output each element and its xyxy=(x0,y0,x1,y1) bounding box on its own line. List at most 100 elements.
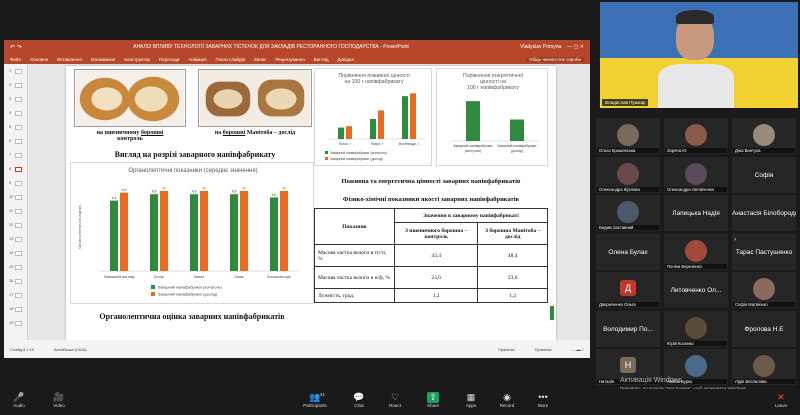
slide-thumb[interactable]: 13 xyxy=(9,236,23,244)
slide-thumb[interactable]: 15 xyxy=(9,264,23,272)
participant-tile[interactable]: Олена Булах xyxy=(596,233,660,270)
ribbon-tab-8[interactable]: Запис xyxy=(254,57,266,62)
legend-swatch xyxy=(151,292,155,296)
ribbon-tab-3[interactable]: Малювання xyxy=(91,57,116,62)
participant-tile[interactable]: Вадим Заставний xyxy=(596,195,660,231)
zoom-slider-icon[interactable]: — ▬ + xyxy=(571,347,584,352)
participant-gallery: Ольга Крашевська Зоряна Ю Діна Вантуха Олек… xyxy=(596,118,800,388)
ppt-user[interactable]: Vladyslav Pomyna xyxy=(520,44,561,50)
apps-button[interactable]: ▦ Apps xyxy=(458,392,484,414)
participant-face xyxy=(685,316,707,339)
participant-name: Діна Вантуха xyxy=(733,148,795,153)
slide-accent-bar xyxy=(550,306,554,320)
slide-thumb-preview xyxy=(15,167,22,172)
share-button[interactable]: ⇧ Share xyxy=(420,392,446,414)
participant-tile[interactable]: Зоряна Ю xyxy=(664,118,728,154)
participant-tile[interactable]: Литовченко Ол... xyxy=(664,272,728,308)
ribbon-tab-5[interactable]: Переходи xyxy=(159,57,179,62)
participants-label: Participants xyxy=(303,403,327,408)
autosave-icon[interactable]: ↶ ↷ xyxy=(10,44,22,51)
gallery-prev-icon[interactable]: ‹ xyxy=(588,196,596,236)
slide-thumb-preview xyxy=(15,139,22,144)
slide-thumb[interactable]: 9 xyxy=(9,180,23,188)
bar-value-label: 5 xyxy=(243,187,245,191)
slide-thumb[interactable]: 6 xyxy=(9,138,23,146)
participants-button[interactable]: 👥 Participants 21 xyxy=(302,392,328,414)
participant-tile[interactable]: Софія Матвієнко xyxy=(732,272,796,308)
participant-tile[interactable]: Д Дворніченко Ольга xyxy=(596,272,660,308)
participant-face xyxy=(617,124,639,146)
bar-control xyxy=(338,127,344,139)
video-button[interactable]: 🎥 Video xyxy=(46,392,72,414)
more-button[interactable]: ••• More xyxy=(530,392,556,414)
bar-test xyxy=(346,126,352,139)
status-comments[interactable]: Примітки xyxy=(535,347,552,352)
participant-tile[interactable]: Діна Вантуха xyxy=(732,118,796,154)
react-button[interactable]: ♡ React xyxy=(382,392,408,414)
ribbon-right-button[interactable]: Обіць ченнестіле спроби xyxy=(525,56,584,62)
audio-button[interactable]: 🎤 Audio xyxy=(6,392,32,414)
slide-thumb[interactable]: 17 xyxy=(9,292,23,300)
slide-thumb[interactable]: 5 xyxy=(9,124,23,132)
participant-tile[interactable]: Поліна Березенко xyxy=(664,233,728,270)
participant-tile[interactable]: Олександра Кірілова xyxy=(596,156,660,193)
slide-thumb[interactable]: 2 xyxy=(9,82,23,90)
legend-label: Заварний напівфабрикат (контроль) xyxy=(158,286,223,290)
slide-thumb[interactable]: 14 xyxy=(9,250,23,258)
bar-value-label: 4,8 xyxy=(152,190,157,194)
ppt-window-title: АНАЛІЗ ВПЛИВУ ТЕХНОЛОГІЇ ЗАВАРНИХ ТІСТЕЧ… xyxy=(133,44,409,50)
slide-thumb[interactable]: 8 xyxy=(9,166,23,174)
slide-thumb[interactable]: 1 xyxy=(9,68,23,76)
ribbon-tab-1[interactable]: Основне xyxy=(30,57,48,62)
participant-avatar: Д xyxy=(620,280,636,296)
slide: на пшеничному борошні контроль на борошн… xyxy=(66,66,556,340)
more-label: More xyxy=(537,403,549,408)
participant-tile[interactable]: Олександра Литовченко xyxy=(664,156,728,193)
participant-tile[interactable]: Ольга Крашевська xyxy=(596,118,660,154)
ribbon-tab-11[interactable]: Довідка xyxy=(338,57,354,62)
slide-thumb[interactable]: 19 xyxy=(9,320,23,328)
gallery-next-icon[interactable]: › xyxy=(734,236,742,246)
participant-tile[interactable]: Анастасія Білобородова xyxy=(732,195,796,231)
participant-name: Анастасія Білобородова xyxy=(732,210,796,217)
slide-thumb[interactable]: 3 xyxy=(9,96,23,104)
slide-thumb[interactable]: 4 xyxy=(9,110,23,118)
participant-name: Лапицька Надія xyxy=(672,210,720,217)
record-button[interactable]: ◉ Record xyxy=(494,392,520,414)
chat-icon: 💬 xyxy=(353,392,365,402)
zoom-meeting-window: { "ppt": { "window_title": "АНАЛІЗ ВПЛИВ… xyxy=(0,0,800,415)
ribbon-tab-9[interactable]: Рецензування xyxy=(275,57,304,62)
slide-thumb[interactable]: 12 xyxy=(9,222,23,230)
ribbon-tab-2[interactable]: Вставлення xyxy=(57,57,82,62)
slide-thumb[interactable]: 11 xyxy=(9,208,23,216)
window-controls-icon[interactable]: — ▢ ✕ xyxy=(567,44,584,50)
status-notes[interactable]: Примітки xyxy=(498,347,515,352)
ribbon-tab-10[interactable]: Вигляд xyxy=(314,57,329,62)
slide-thumb[interactable]: 16 xyxy=(9,278,23,286)
ribbon-tab-0[interactable]: Файл xyxy=(10,57,21,62)
participant-name: Дворніченко Ольга xyxy=(597,302,659,307)
participant-face xyxy=(617,201,639,223)
ribbon-tab-4[interactable]: Конструктор xyxy=(124,57,150,62)
participant-tile[interactable]: Юрій Косенко xyxy=(664,310,728,347)
slide-thumb[interactable]: 7 xyxy=(9,152,23,160)
slide-thumb-preview xyxy=(15,279,22,284)
participant-avatar: Н xyxy=(620,357,636,373)
chat-button[interactable]: 💬 Chat xyxy=(346,392,372,414)
ribbon-tab-6[interactable]: Анімація xyxy=(188,57,206,62)
caption-control: на пшеничному борошні контроль xyxy=(74,130,186,142)
slide-thumb[interactable]: 10 xyxy=(9,194,23,202)
participant-tile[interactable]: Фролова Н.Е xyxy=(732,310,796,347)
leave-button[interactable]: ✕ Leave xyxy=(768,392,794,414)
ribbon-tab-7[interactable]: Показ слайдів xyxy=(216,57,245,62)
caption-manitoba-part3: Манітоба – дослід xyxy=(246,130,296,136)
participant-tile[interactable]: Володимир По... xyxy=(596,310,660,347)
participant-tile[interactable]: Софія xyxy=(732,156,796,193)
participant-name: Олександра Кірілова xyxy=(597,186,659,192)
status-lang[interactable]: Англійська (США) xyxy=(54,347,87,352)
slide-thumb[interactable]: 18 xyxy=(9,306,23,314)
participant-tile[interactable]: Лапицька Надія xyxy=(664,195,728,231)
speaker-video[interactable]: Владислав Пушкар xyxy=(600,2,798,108)
participant-name: Ольга Крашевська xyxy=(597,148,659,153)
slide-thumb-preview xyxy=(15,195,22,200)
